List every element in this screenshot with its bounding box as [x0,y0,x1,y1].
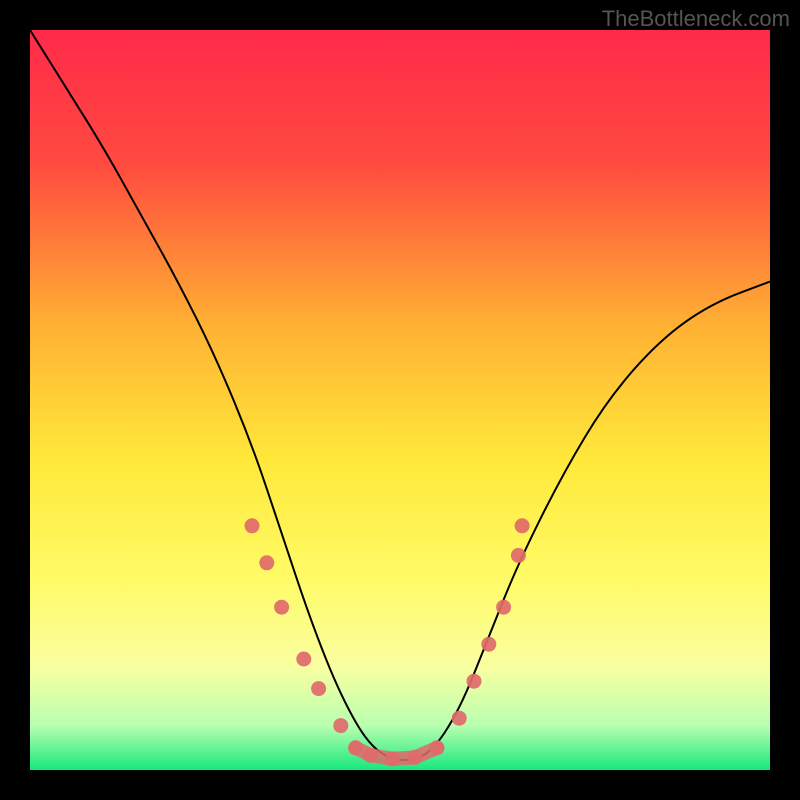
chart-frame: TheBottleneck.com [0,0,800,800]
data-point [296,652,311,667]
plot-area [30,30,770,770]
watermark-label: TheBottleneck.com [602,6,790,32]
data-point [511,548,526,563]
data-point [481,637,496,652]
data-point [333,718,348,733]
gradient-background [30,30,770,770]
data-point [274,600,289,615]
bottleneck-chart [30,30,770,770]
data-point [348,740,363,755]
data-point [496,600,511,615]
data-point [259,555,274,570]
data-point [385,751,400,766]
data-point [430,740,445,755]
data-point [245,518,260,533]
data-point [452,711,467,726]
data-point [467,674,482,689]
data-point [407,750,422,765]
data-point [363,748,378,763]
data-point [515,518,530,533]
data-point [311,681,326,696]
